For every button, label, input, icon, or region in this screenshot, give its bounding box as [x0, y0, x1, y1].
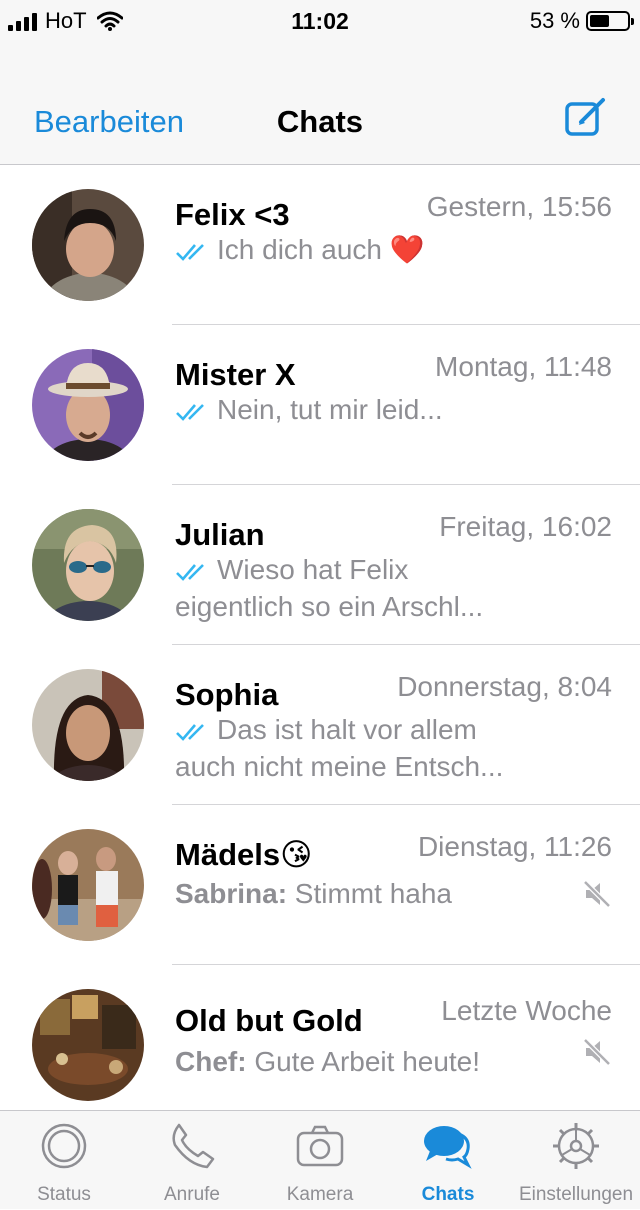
chat-preview-text-line2: auch nicht meine Entsch... — [175, 751, 504, 782]
chat-row[interactable]: Old but Gold Letzte Woche Chef: Gute Arb… — [0, 965, 640, 1125]
chat-row[interactable]: Mädels😘 Dienstag, 11:26 Sabrina: Stimmt … — [0, 805, 640, 965]
chat-name: Felix <3 — [175, 197, 290, 232]
avatar — [32, 669, 144, 781]
avatar — [32, 829, 144, 941]
chat-sender: Sabrina: — [175, 878, 288, 909]
battery-percent: 53 % — [529, 8, 580, 33]
settings-icon — [553, 1123, 599, 1169]
read-ticks-icon — [176, 243, 204, 261]
muted-icon — [583, 1038, 611, 1066]
tab-settings[interactable]: Einstellungen — [512, 1111, 640, 1210]
avatar — [32, 189, 144, 301]
chat-preview: Nein, tut mir leid... — [175, 391, 615, 428]
status-icon — [41, 1123, 87, 1169]
camera-icon — [296, 1125, 344, 1167]
tab-bar: Status Anrufe Kamera Chats Einstellungen — [0, 1110, 640, 1209]
navigation-bar: Bearbeiten Chats — [0, 44, 640, 165]
chat-preview-text-line2: eigentlich so ein Arschl... — [175, 591, 484, 622]
tab-label: Einstellungen — [518, 1184, 634, 1205]
battery-fill — [590, 15, 609, 27]
tab-camera[interactable]: Kamera — [256, 1111, 384, 1210]
tab-label: Anrufe — [164, 1184, 220, 1205]
tab-status[interactable]: Status — [0, 1111, 128, 1210]
chat-preview: Sabrina: Stimmt haha — [175, 875, 615, 912]
chat-name: Mister X — [175, 357, 296, 392]
chat-name: Julian — [175, 517, 265, 552]
avatar — [32, 349, 144, 461]
compose-icon[interactable] — [564, 96, 608, 140]
page-title: Chats — [276, 104, 364, 139]
tab-label: Status — [37, 1184, 91, 1205]
chat-row[interactable]: Felix <3 Gestern, 15:56 Ich dich auch ❤️ — [0, 165, 640, 325]
chat-preview: Wieso hat Felix eigentlich so ein Arschl… — [175, 551, 615, 625]
chat-time: Dienstag, 11:26 — [417, 831, 612, 862]
chat-name: Old but Gold — [175, 1003, 363, 1038]
chat-preview-text: Wieso hat Felix — [217, 554, 409, 585]
chat-preview-text: Ich dich auch ❤️ — [217, 234, 425, 265]
tab-label: Chats — [421, 1184, 475, 1205]
chat-time: Freitag, 16:02 — [439, 511, 612, 542]
chat-time: Gestern, 15:56 — [426, 191, 612, 222]
chat-preview-text: Nein, tut mir leid... — [217, 394, 443, 425]
chat-sender: Chef: — [175, 1046, 247, 1077]
chats-icon — [424, 1126, 472, 1169]
chat-time: Letzte Woche — [441, 995, 612, 1026]
chat-name: Sophia — [175, 677, 279, 712]
chat-list: Felix <3 Gestern, 15:56 Ich dich auch ❤️… — [0, 165, 640, 1125]
status-bar: HoT 11:02 53 % — [0, 0, 640, 44]
chat-preview-text: Das ist halt vor allem — [217, 714, 477, 745]
tab-calls[interactable]: Anrufe — [128, 1111, 256, 1210]
avatar — [32, 509, 144, 621]
phone-icon — [172, 1123, 215, 1169]
chat-preview-text: Stimmt haha — [287, 878, 452, 909]
chat-preview: Chef: Gute Arbeit heute! — [175, 1043, 615, 1080]
avatar — [32, 989, 144, 1101]
muted-icon — [583, 880, 611, 908]
chat-row[interactable]: Julian Freitag, 16:02 Wieso hat Felix ei… — [0, 485, 640, 645]
status-right: 53 % — [529, 8, 634, 34]
chat-preview-text: Gute Arbeit heute! — [246, 1046, 481, 1077]
read-ticks-icon — [176, 563, 204, 581]
battery-icon — [586, 11, 634, 31]
chat-preview: Ich dich auch ❤️ — [175, 231, 615, 268]
chat-time: Donnerstag, 8:04 — [397, 671, 612, 702]
chat-time: Montag, 11:48 — [435, 351, 612, 382]
chat-preview: Das ist halt vor allem auch nicht meine … — [175, 711, 615, 785]
chat-name: Mädels😘 — [175, 837, 313, 872]
chat-row[interactable]: Mister X Montag, 11:48 Nein, tut mir lei… — [0, 325, 640, 485]
read-ticks-icon — [176, 403, 204, 421]
tab-chats[interactable]: Chats — [384, 1111, 512, 1210]
chat-row[interactable]: Sophia Donnerstag, 8:04 Das ist halt vor… — [0, 645, 640, 805]
read-ticks-icon — [176, 723, 204, 741]
tab-label: Kamera — [286, 1184, 354, 1205]
